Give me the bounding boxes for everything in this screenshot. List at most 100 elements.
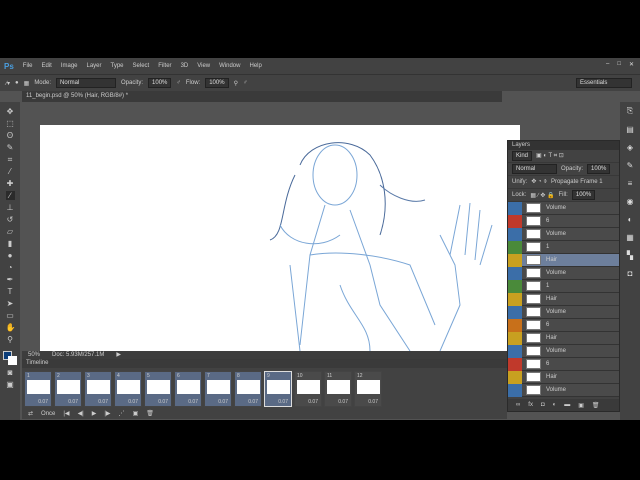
menu-layer[interactable]: Layer bbox=[87, 63, 102, 69]
frame-delay[interactable]: 0.07 bbox=[128, 399, 138, 405]
visibility-icon[interactable] bbox=[508, 201, 522, 215]
minimize-icon[interactable]: – bbox=[606, 61, 609, 68]
timeline-frame[interactable]: 12 0.07 bbox=[354, 371, 382, 407]
airbrush-icon[interactable]: ⚲ bbox=[234, 80, 238, 87]
move-tool-icon[interactable]: ✥ bbox=[6, 107, 15, 116]
visibility-icon[interactable] bbox=[508, 344, 522, 358]
layer-row[interactable]: Volume bbox=[508, 227, 619, 241]
menu-select[interactable]: Select bbox=[133, 63, 150, 69]
adjustment-icon[interactable]: ◐ bbox=[553, 402, 557, 408]
delete-frame-icon[interactable]: 🗑 bbox=[146, 410, 154, 417]
timeline-frame[interactable]: 1 0.07 bbox=[24, 371, 52, 407]
first-frame-icon[interactable]: |◀ bbox=[63, 410, 69, 417]
next-frame-icon[interactable]: |▶ bbox=[104, 410, 110, 417]
frame-delay[interactable]: 0.07 bbox=[98, 399, 108, 405]
frame-delay[interactable]: 0.07 bbox=[218, 399, 228, 405]
pressure-opacity-icon[interactable]: ♂ bbox=[176, 80, 181, 86]
timeline-frame[interactable]: 10 0.07 bbox=[294, 371, 322, 407]
type-tool-icon[interactable]: T bbox=[6, 287, 15, 296]
layers-dock-icon[interactable]: ◈ bbox=[627, 143, 633, 152]
layer-row[interactable]: Hair bbox=[508, 331, 619, 345]
layer-row[interactable]: Hair bbox=[508, 370, 619, 384]
layers-tab[interactable]: Layers bbox=[508, 141, 619, 150]
brush-tool-icon[interactable]: ∕ bbox=[5, 191, 15, 200]
unify-icons[interactable]: ✥ ◔ ⌽ bbox=[531, 178, 547, 186]
mode-select[interactable]: Normal bbox=[56, 78, 116, 88]
lock-icons[interactable]: ▦ ∕ ✥ 🔒 bbox=[530, 192, 554, 199]
link-icon[interactable]: ∞ bbox=[516, 402, 520, 408]
menu-edit[interactable]: Edit bbox=[41, 63, 51, 69]
clone-stamp-icon[interactable]: ⊥ bbox=[6, 203, 15, 212]
visibility-icon[interactable] bbox=[508, 370, 522, 384]
blur-icon[interactable]: ● bbox=[6, 251, 15, 260]
frame-delay[interactable]: 0.07 bbox=[248, 399, 258, 405]
layer-row[interactable]: 6 bbox=[508, 357, 619, 371]
swatches-icon[interactable]: ▚ bbox=[627, 251, 633, 260]
timeline-tab[interactable]: Timeline bbox=[22, 359, 507, 368]
gradient-icon[interactable]: ▮ bbox=[6, 239, 15, 248]
timeline-frame[interactable]: 5 0.07 bbox=[144, 371, 172, 407]
visibility-icon[interactable] bbox=[508, 253, 522, 267]
visibility-icon[interactable] bbox=[508, 383, 522, 397]
healing-brush-icon[interactable]: ✚ bbox=[6, 179, 15, 188]
channels-icon[interactable]: ▦ bbox=[626, 233, 634, 242]
mask-icon[interactable]: ◘ bbox=[541, 402, 545, 408]
kind-filter[interactable]: Kind bbox=[512, 151, 533, 161]
dodge-icon[interactable]: ◔ bbox=[6, 263, 15, 272]
layer-row[interactable]: Volume bbox=[508, 266, 619, 280]
filter-icons[interactable]: ▣ ◐ T ⌗ ⊡ bbox=[536, 152, 564, 160]
layer-row[interactable]: 6 bbox=[508, 318, 619, 332]
layer-row[interactable]: 1 bbox=[508, 279, 619, 293]
brush-preset-icon[interactable]: ● bbox=[15, 80, 19, 86]
adjustments-icon[interactable]: ≡ bbox=[628, 179, 633, 188]
convert-timeline-icon[interactable]: ⇄ bbox=[28, 410, 33, 417]
opacity-field[interactable]: 100% bbox=[148, 78, 172, 88]
timeline-frame[interactable]: 6 0.07 bbox=[174, 371, 202, 407]
pressure-size-icon[interactable]: ♂ bbox=[243, 80, 248, 86]
timeline-frame[interactable]: 9 0.07 bbox=[264, 371, 292, 407]
visibility-icon[interactable] bbox=[508, 240, 522, 254]
eyedropper-icon[interactable]: ⁄ bbox=[6, 167, 15, 176]
fx-icon[interactable]: fx bbox=[528, 402, 533, 408]
styles-icon[interactable]: ◐ bbox=[628, 215, 633, 224]
properties-icon[interactable]: ▤ bbox=[626, 125, 634, 134]
quick-select-icon[interactable]: ✎ bbox=[6, 143, 15, 152]
blend-mode-select[interactable]: Normal bbox=[512, 164, 557, 174]
timeline-frame[interactable]: 4 0.07 bbox=[114, 371, 142, 407]
camera-icon[interactable]: ◘ bbox=[628, 269, 633, 278]
visibility-icon[interactable] bbox=[508, 318, 522, 332]
visibility-icon[interactable] bbox=[508, 331, 522, 345]
menu-type[interactable]: Type bbox=[111, 63, 124, 69]
layer-row[interactable]: Volume bbox=[508, 305, 619, 319]
frame-delay[interactable]: 0.07 bbox=[368, 399, 378, 405]
shape-tool-icon[interactable]: ▭ bbox=[6, 311, 15, 320]
fill-field[interactable]: 100% bbox=[571, 190, 596, 200]
maximize-icon[interactable]: □ bbox=[617, 61, 621, 68]
pen-tool-icon[interactable]: ✒ bbox=[6, 275, 15, 284]
visibility-icon[interactable] bbox=[508, 266, 522, 280]
timeline-frame[interactable]: 8 0.07 bbox=[234, 371, 262, 407]
menu-window[interactable]: Window bbox=[219, 63, 240, 69]
frame-delay[interactable]: 0.07 bbox=[278, 399, 288, 405]
menu-3d[interactable]: 3D bbox=[181, 63, 189, 69]
zoom-tool-icon[interactable]: ⚲ bbox=[6, 335, 15, 344]
layer-row[interactable]: Volume bbox=[508, 201, 619, 215]
brush-dock-icon[interactable]: ✎ bbox=[627, 161, 634, 170]
hand-tool-icon[interactable]: ✋ bbox=[6, 323, 16, 332]
loop-select[interactable]: Once bbox=[41, 411, 55, 417]
layer-row[interactable]: Volume bbox=[508, 344, 619, 358]
menu-help[interactable]: Help bbox=[249, 63, 261, 69]
history-brush-icon[interactable]: ↺ bbox=[6, 215, 15, 224]
history-icon[interactable]: ⎘ bbox=[627, 106, 633, 116]
delete-layer-icon[interactable]: 🗑 bbox=[592, 402, 600, 409]
menu-image[interactable]: Image bbox=[61, 63, 78, 69]
menu-view[interactable]: View bbox=[197, 63, 210, 69]
propagate-checkbox[interactable]: Propagate Frame 1 bbox=[551, 179, 603, 185]
eraser-icon[interactable]: ▱ bbox=[6, 227, 15, 236]
zoom-level[interactable]: 50% bbox=[28, 351, 40, 359]
canvas[interactable] bbox=[40, 125, 520, 352]
prev-frame-icon[interactable]: ◀| bbox=[78, 410, 84, 417]
layer-row[interactable]: 6 bbox=[508, 214, 619, 228]
frame-delay[interactable]: 0.07 bbox=[38, 399, 48, 405]
layer-row[interactable]: Volume bbox=[508, 383, 619, 397]
